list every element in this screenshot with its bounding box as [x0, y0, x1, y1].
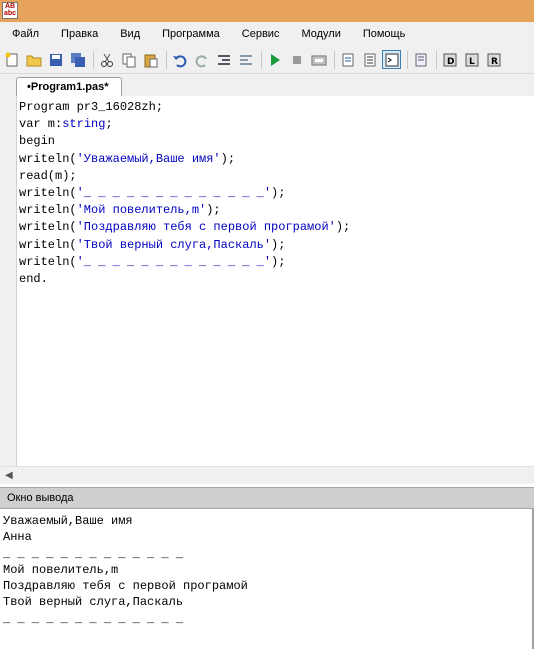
- module-r-icon[interactable]: R: [484, 50, 503, 69]
- output-line: Поздравляю тебя с первой програмой: [3, 579, 248, 594]
- unindent-icon[interactable]: [214, 50, 233, 69]
- step-over-icon[interactable]: [360, 50, 379, 69]
- save-icon[interactable]: [46, 50, 65, 69]
- output-line: Уважаемый,Ваше имя: [3, 514, 133, 528]
- horizontal-scrollbar[interactable]: ◀: [0, 466, 534, 484]
- cut-icon[interactable]: [97, 50, 116, 69]
- code-line: var m:string;: [19, 117, 113, 132]
- code-line: writeln('Твой верный слуга,Паскаль');: [19, 237, 286, 252]
- menu-file[interactable]: Файл: [0, 28, 49, 40]
- menu-bar: Файл Правка Вид Программа Сервис Модули …: [0, 22, 534, 46]
- menu-program[interactable]: Программа: [150, 28, 230, 40]
- paste-icon[interactable]: [141, 50, 160, 69]
- title-bar: AB abc: [0, 0, 534, 22]
- menu-service[interactable]: Сервис: [230, 28, 290, 40]
- menu-edit[interactable]: Правка: [49, 28, 108, 40]
- stop-icon[interactable]: [287, 50, 306, 69]
- code-line: writeln('Мой повелитель,m');: [19, 203, 221, 218]
- svg-text:D: D: [447, 57, 454, 67]
- undo-icon[interactable]: [170, 50, 189, 69]
- output-text: Уважаемый,Ваше имя Анна _ _ _ _ _ _ _ _ …: [3, 513, 248, 627]
- module-l-icon[interactable]: L: [462, 50, 481, 69]
- code-line: Program pr3_16028zh;: [19, 100, 164, 114]
- code-line: writeln('_ _ _ _ _ _ _ _ _ _ _ _ _');: [19, 185, 286, 200]
- svg-text:L: L: [469, 57, 475, 67]
- new-file-icon[interactable]: [2, 50, 21, 69]
- toolbar: D L R: [0, 46, 534, 74]
- toolbar-separator: [261, 50, 262, 69]
- menu-modules[interactable]: Модули: [289, 28, 350, 40]
- module-d-icon[interactable]: D: [440, 50, 459, 69]
- properties-icon[interactable]: [411, 50, 430, 69]
- toolbar-separator: [407, 50, 408, 69]
- code-line: writeln('_ _ _ _ _ _ _ _ _ _ _ _ _');: [19, 254, 286, 269]
- code-line: end.: [19, 271, 48, 286]
- menu-view[interactable]: Вид: [108, 28, 150, 40]
- output-line: _ _ _ _ _ _ _ _ _ _ _ _ _: [3, 611, 184, 626]
- app-icon[interactable]: AB abc: [2, 2, 18, 19]
- run-icon[interactable]: [265, 50, 284, 69]
- scroll-left-icon[interactable]: ◀: [5, 470, 13, 481]
- tab-program1[interactable]: •Program1.pas*: [16, 77, 122, 96]
- code-line: begin: [19, 134, 56, 149]
- toolbar-separator: [436, 50, 437, 69]
- code-editor[interactable]: Program pr3_16028zh; var m:string; begin…: [0, 96, 534, 466]
- redo-icon[interactable]: [192, 50, 211, 69]
- step-into-icon[interactable]: [338, 50, 357, 69]
- output-line: Мой повелитель,m: [3, 562, 119, 577]
- tab-strip: •Program1.pas*: [0, 74, 534, 97]
- editor-gutter: [0, 96, 17, 466]
- compile-icon[interactable]: [309, 50, 328, 69]
- output-window-header: Окно вывода: [0, 487, 534, 509]
- copy-icon[interactable]: [119, 50, 138, 69]
- menu-help[interactable]: Помощь: [351, 28, 416, 40]
- output-line: Твой верный слуга,Паскаль: [3, 595, 184, 610]
- output-line: _ _ _ _ _ _ _ _ _ _ _ _ _: [3, 546, 184, 561]
- indent-icon[interactable]: [236, 50, 255, 69]
- output-window[interactable]: Уважаемый,Ваше имя Анна _ _ _ _ _ _ _ _ …: [0, 509, 534, 649]
- code-text[interactable]: Program pr3_16028zh; var m:string; begin…: [19, 99, 350, 288]
- code-line: read(m);: [19, 168, 77, 183]
- toolbar-separator: [166, 50, 167, 69]
- code-line: writeln('Уважаемый,Ваше имя');: [19, 151, 236, 166]
- output-line: Анна: [3, 530, 32, 545]
- code-line: writeln('Поздравляю тебя с первой програ…: [19, 220, 351, 235]
- toolbar-separator: [93, 50, 94, 69]
- output-window-icon[interactable]: [382, 50, 401, 69]
- toolbar-separator: [334, 50, 335, 69]
- open-file-icon[interactable]: [24, 50, 43, 69]
- svg-text:R: R: [491, 57, 498, 67]
- save-all-icon[interactable]: [68, 50, 87, 69]
